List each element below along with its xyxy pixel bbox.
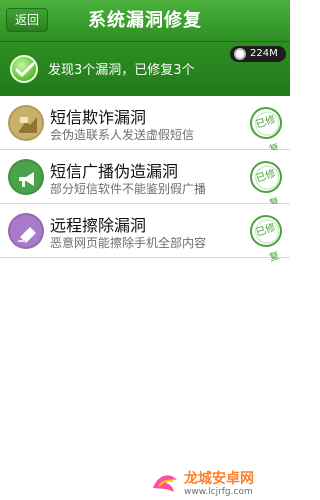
- memory-value: 224M: [250, 48, 278, 59]
- item-description: 会伪造联系人发送虚假短信: [50, 128, 195, 142]
- remote-wipe-icon: [8, 213, 44, 249]
- dragon-logo-icon: [153, 475, 177, 492]
- repaired-status-badge: 已修复: [245, 210, 287, 264]
- list-item[interactable]: 短信欺诈漏洞 会伪造联系人发送虚假短信 已修复: [0, 96, 290, 156]
- watermark-url: www.lcjrfg.com: [184, 487, 253, 497]
- item-title: 短信欺诈漏洞: [50, 108, 147, 127]
- repaired-status-badge: 已修复: [245, 156, 287, 210]
- message-fraud-icon: [8, 105, 44, 141]
- watermark-title: 龙城安卓网: [184, 471, 254, 487]
- list-item[interactable]: 远程擦除漏洞 恶意网页能擦除手机全部内容 已修复: [0, 204, 290, 264]
- watermark: 龙城安卓网 www.lcjrfg.com: [148, 462, 290, 500]
- item-title: 远程擦除漏洞: [50, 216, 147, 235]
- message-fraud-glyph: [19, 117, 37, 133]
- scan-summary-banner: 发现3个漏洞，已修复3个 224M: [0, 42, 290, 96]
- check-glyph: [15, 62, 35, 77]
- memory-icon: [234, 48, 246, 60]
- megaphone-glyph: [19, 172, 34, 187]
- item-title: 短信广播伪造漏洞: [50, 162, 179, 181]
- header-bar: 系统漏洞修复 返回: [0, 0, 290, 42]
- item-description: 恶意网页能擦除手机全部内容: [50, 236, 207, 250]
- broadcast-megaphone-icon: [8, 159, 44, 195]
- list-item[interactable]: 短信广播伪造漏洞 部分短信软件不能鉴别假广播 已修复: [0, 150, 290, 210]
- scan-summary-text: 发现3个漏洞，已修复3个: [48, 63, 195, 78]
- remote-wipe-glyph: [18, 227, 36, 243]
- vulnerability-list: 短信欺诈漏洞 会伪造联系人发送虚假短信 已修复 短信广播伪造漏洞 部分短信软件不…: [0, 96, 290, 264]
- back-button[interactable]: 返回: [6, 8, 48, 32]
- check-icon: [10, 55, 38, 83]
- item-description: 部分短信软件不能鉴别假广播: [50, 182, 207, 196]
- repaired-status-badge: 已修复: [245, 102, 287, 156]
- memory-badge[interactable]: 224M: [230, 46, 286, 62]
- vulnerability-fix-screen: 系统漏洞修复 返回 发现3个漏洞，已修复3个 224M 短信欺诈漏洞 会伪造联系…: [0, 0, 290, 500]
